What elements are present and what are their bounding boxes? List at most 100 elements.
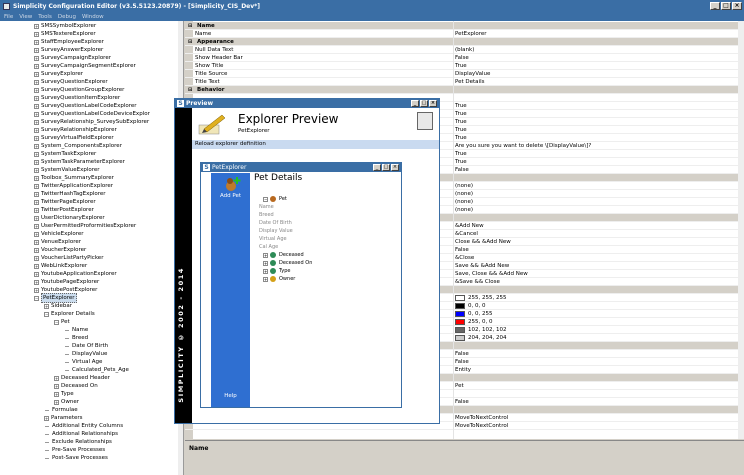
expand-icon[interactable]: + (34, 119, 39, 125)
property-value-cell[interactable]: &Close (455, 254, 474, 262)
grid-category[interactable]: Appearance (185, 38, 744, 46)
tree-item-deceased-on[interactable]: + Deceased On (54, 382, 98, 390)
tree-item-staffemployeeexplorer[interactable]: + StaffEmployeeExplorer (34, 38, 104, 46)
property-value-cell[interactable]: True (455, 126, 467, 134)
expand-icon[interactable]: + (34, 79, 39, 85)
tree-item-userdictionaryexplorer[interactable]: + UserDictionaryExplorer (34, 214, 105, 222)
tree-item-petexplorer[interactable]: − PetExplorer (34, 293, 77, 303)
tree-item-voucherlistpartypicker[interactable]: + VoucherListPartyPicker (34, 254, 103, 262)
property-value-cell[interactable]: False (455, 166, 469, 174)
pet-detail-pet[interactable]: − Pet (263, 195, 287, 203)
grid-row[interactable]: Name PetExplorer (185, 30, 744, 38)
tree-item-smstextereexplorer[interactable]: + SMSTextereExplorer (34, 30, 96, 38)
tree-item-surveyquestionexplorer[interactable]: + SurveyQuestionExplorer (34, 78, 108, 86)
expand-icon[interactable]: + (34, 263, 39, 269)
expand-icon[interactable]: + (34, 143, 39, 149)
expand-icon[interactable]: + (34, 279, 39, 285)
expand-icon[interactable]: + (34, 151, 39, 157)
expand-icon[interactable]: + (34, 127, 39, 133)
tree-item-date-of-birth[interactable]: Date Of Birth (64, 342, 108, 350)
property-value-cell[interactable]: MoveToNextControl (455, 414, 508, 422)
expand-icon[interactable]: + (34, 231, 39, 237)
tree-item-name[interactable]: Name (64, 326, 88, 334)
property-value-cell[interactable]: False (455, 398, 469, 406)
property-value-cell[interactable]: False (455, 246, 469, 254)
tree-item-voucherexplorer[interactable]: + VoucherExplorer (34, 246, 86, 254)
property-value-cell[interactable]: DisplayValue (455, 70, 490, 78)
grid-scrollbar[interactable] (738, 21, 744, 439)
tree-item-surveyquestionlabelcodeexplorer[interactable]: + SurveyQuestionLabelCodeExplorer (34, 102, 137, 110)
expand-icon[interactable]: + (34, 103, 39, 109)
tree-item-userpermittedproformitiesexplorer[interactable]: + UserPermittedProformitiesExplorer (34, 222, 136, 230)
grid-row[interactable]: Null Data Text (blank) (185, 46, 744, 54)
property-value-cell[interactable]: False (455, 350, 469, 358)
pet-detail-display-value[interactable]: Display Value (259, 227, 293, 235)
collapse-icon[interactable]: − (34, 295, 39, 301)
property-value-cell[interactable]: &Save && Close (455, 278, 500, 286)
pet-maximize-button[interactable]: □ (382, 164, 390, 171)
tree-item-surveycampaignexplorer[interactable]: + SurveyCampaignExplorer (34, 54, 111, 62)
expand-icon[interactable]: + (34, 159, 39, 165)
menu-window[interactable]: Window (82, 14, 104, 20)
pet-detail-cal-age[interactable]: Cal Age (259, 243, 278, 251)
expand-icon[interactable]: + (34, 207, 39, 213)
expand-icon[interactable]: + (54, 383, 59, 389)
grid-row[interactable]: Show Header Bar False (185, 54, 744, 62)
expand-icon[interactable]: + (34, 255, 39, 261)
expand-icon[interactable]: + (34, 39, 39, 45)
pet-detail-deceased[interactable]: + Deceased (263, 251, 304, 259)
expand-icon[interactable]: + (54, 391, 59, 397)
pet-detail-virtual-age[interactable]: Virtual Age (259, 235, 287, 243)
expand-icon[interactable]: + (34, 287, 39, 293)
expand-icon[interactable]: + (34, 191, 39, 197)
tree-item-twitterpageexplorer[interactable]: + TwitterPageExplorer (34, 198, 96, 206)
property-value-cell[interactable]: 255, 255, 255 (455, 294, 507, 302)
pet-minimize-button[interactable]: _ (373, 164, 381, 171)
pet-detail-owner[interactable]: + Owner (263, 275, 295, 283)
property-value-cell[interactable]: True (455, 62, 467, 70)
grid-category[interactable]: Behavior (185, 86, 744, 94)
pet-detail-date-of-birth[interactable]: Date Of Birth (259, 219, 292, 227)
preview-maximize-button[interactable]: □ (420, 100, 428, 107)
grid-category[interactable]: Name (185, 22, 744, 30)
collapse-icon[interactable]: − (263, 196, 268, 202)
add-pet-button[interactable]: Add Pet (211, 193, 250, 199)
help-button[interactable]: Help (211, 393, 250, 399)
expand-icon[interactable]: + (34, 111, 39, 117)
property-value-cell[interactable]: Close && &Add New (455, 238, 511, 246)
tree-item-surveyanswerexplorer[interactable]: + SurveyAnswerExplorer (34, 46, 103, 54)
menu-view[interactable]: View (19, 14, 32, 20)
tree-item-sidebar[interactable]: + Sidebar (44, 302, 72, 310)
collapse-icon[interactable]: − (54, 319, 59, 325)
property-value-cell[interactable]: False (455, 54, 469, 62)
expand-icon[interactable]: + (34, 55, 39, 61)
tree-item-explorer-details[interactable]: − Explorer Details (44, 310, 95, 318)
tree-item-additional-relationships[interactable]: Additional Relationships (44, 430, 118, 438)
property-value-cell[interactable]: Are you sure you want to delete \[Displa… (455, 142, 591, 150)
expand-icon[interactable]: + (34, 239, 39, 245)
property-value-cell[interactable]: 102, 102, 102 (455, 326, 507, 334)
property-value-cell[interactable]: (none) (455, 198, 473, 206)
tree-item-surveyrelationshipexplorer[interactable]: + SurveyRelationshipExplorer (34, 126, 117, 134)
tree-item-post-save-processes[interactable]: Post-Save Processes (44, 454, 108, 462)
tree-item-surveyquestiongroupexplorer[interactable]: + SurveyQuestionGroupExplorer (34, 86, 124, 94)
tree-item-system-componentsexplorer[interactable]: + System_ComponentsExplorer (34, 142, 122, 150)
tree-item-vehicleexplorer[interactable]: + VehicleExplorer (34, 230, 84, 238)
property-value-cell[interactable]: 255, 0, 0 (455, 318, 493, 326)
tree-item-formulae[interactable]: Formulae (44, 406, 78, 414)
expand-icon[interactable]: + (54, 399, 59, 405)
property-value-cell[interactable]: Pet (455, 382, 464, 390)
property-value-cell[interactable]: True (455, 150, 467, 158)
property-value-cell[interactable]: True (455, 102, 467, 110)
expand-icon[interactable]: + (34, 215, 39, 221)
pet-detail-type[interactable]: + Type (263, 267, 290, 275)
property-value-cell[interactable]: 0, 0, 255 (455, 310, 493, 318)
expand-icon[interactable]: + (34, 167, 39, 173)
tree-item-type[interactable]: + Type (54, 390, 74, 398)
expand-icon[interactable]: + (34, 183, 39, 189)
expand-icon[interactable]: + (34, 63, 39, 69)
tree-item-virtual-age[interactable]: Virtual Age (64, 358, 102, 366)
expand-icon[interactable]: + (34, 87, 39, 93)
expand-icon[interactable]: + (44, 415, 49, 421)
explorer-tree[interactable]: + SMSSymbolExplorer + SMSTextereExplorer + St… (0, 21, 184, 475)
